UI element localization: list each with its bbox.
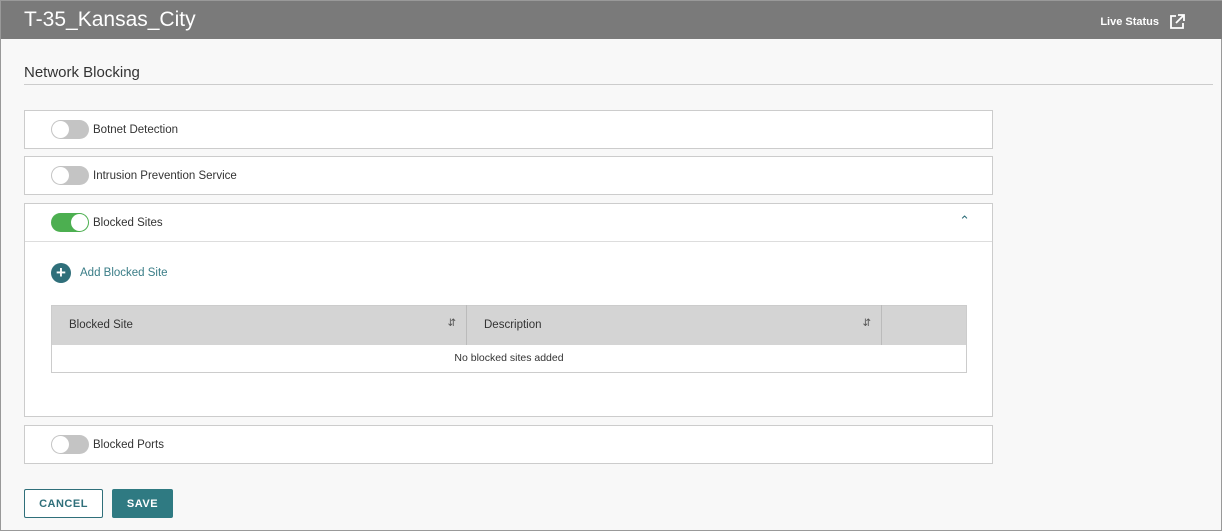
top-bar: T-35_Kansas_City Live Status [1, 1, 1222, 39]
panel-blocked-ports: Blocked Ports [24, 425, 993, 464]
panel-label: Botnet Detection [93, 123, 179, 136]
blocked-ports-toggle[interactable] [51, 435, 89, 454]
panel-label: Blocked Ports [93, 438, 164, 451]
blocked-sites-toggle[interactable] [51, 213, 89, 232]
plus-icon: + [51, 263, 71, 283]
live-status-link[interactable]: Live Status [1100, 14, 1185, 30]
section-title: Network Blocking [24, 64, 1213, 85]
add-label: Add Blocked Site [80, 267, 168, 279]
blocked-sites-table: Blocked Site ⇵ Description ⇵ No blocked si… [51, 305, 967, 373]
panel-label: Intrusion Prevention Service [93, 169, 237, 182]
column-header-blocked-site[interactable]: Blocked Site ⇵ [51, 305, 467, 345]
live-status-label: Live Status [1100, 16, 1159, 28]
panel-intrusion-prevention: Intrusion Prevention Service [24, 156, 993, 195]
external-link-icon [1170, 14, 1185, 29]
add-blocked-site-button[interactable]: + Add Blocked Site [51, 263, 168, 283]
column-header-actions [881, 305, 967, 345]
cancel-button[interactable]: CANCEL [24, 489, 103, 518]
panel-blocked-sites: Blocked Sites ⌃ + Add Blocked Site Blocked… [24, 203, 993, 417]
device-title: T-35_Kansas_City [24, 8, 196, 31]
ips-toggle[interactable] [51, 166, 89, 185]
empty-message: No blocked sites added [454, 352, 564, 365]
panel-botnet-detection: Botnet Detection [24, 110, 993, 149]
sort-icon[interactable]: ⇵ [863, 318, 871, 329]
column-header-description[interactable]: Description ⇵ [466, 305, 882, 345]
sort-icon[interactable]: ⇵ [448, 318, 456, 329]
chevron-up-icon[interactable]: ⌃ [959, 213, 970, 229]
save-button[interactable]: SAVE [112, 489, 173, 518]
panel-label: Blocked Sites [93, 216, 163, 229]
botnet-toggle[interactable] [51, 120, 89, 139]
